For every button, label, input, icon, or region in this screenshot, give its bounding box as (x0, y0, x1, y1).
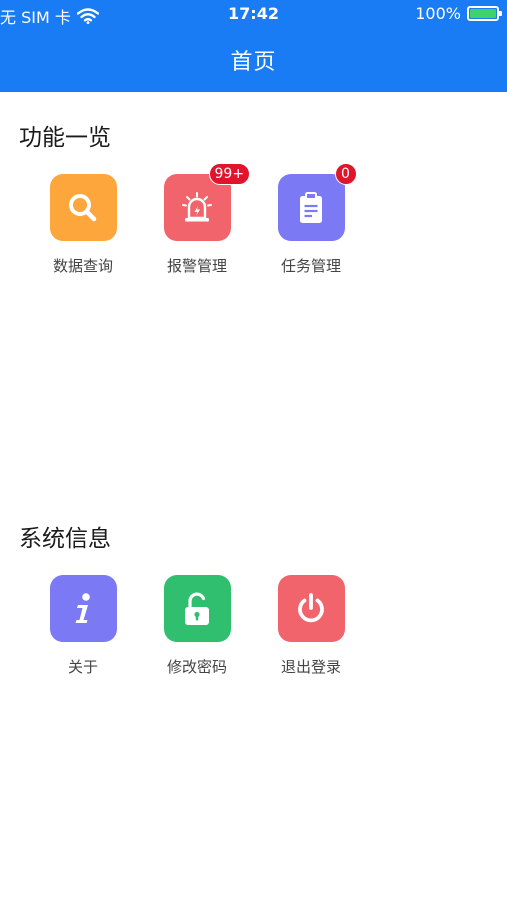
section-title-features: 功能一览 (19, 125, 111, 151)
feature-alarm-management[interactable]: 99+ 报警管理 (142, 163, 252, 276)
unlock-icon (185, 592, 209, 625)
page-title: 首页 (230, 50, 277, 75)
system-label: 关于 (67, 658, 98, 676)
system-grid: 关于 修改密码 退出登录 (0, 575, 507, 685)
feature-icon-box: 99+ (163, 163, 251, 241)
search-icon (69, 193, 97, 221)
alarm-count-badge: 99+ (208, 163, 251, 185)
feature-data-query[interactable]: 数据查询 (28, 174, 138, 276)
feature-label: 任务管理 (280, 257, 341, 275)
battery-nub (499, 11, 502, 16)
battery-status: 100% (415, 4, 502, 23)
system-icon-box (277, 575, 345, 642)
section-title-system: 系统信息 (19, 526, 111, 552)
system-label: 修改密码 (166, 658, 227, 676)
system-icon-box (49, 575, 117, 642)
features-grid: 数据查询 99+ 报警管理 0 任务管理 (0, 163, 507, 284)
system-change-password[interactable]: 修改密码 (142, 575, 252, 677)
system-about[interactable]: 关于 (28, 575, 138, 677)
feature-label: 数据查询 (52, 257, 113, 275)
status-bar: 无 SIM 卡 17:42 100% (0, 0, 507, 28)
alarm-light-icon (182, 191, 212, 221)
header: 无 SIM 卡 17:42 100% 首页 (0, 0, 507, 92)
feature-label: 报警管理 (166, 257, 227, 275)
info-icon (75, 592, 90, 623)
battery-icon (467, 6, 502, 21)
battery-percent: 100% (415, 4, 461, 23)
feature-icon-box (49, 174, 117, 241)
nav-bar: 首页 (0, 28, 507, 92)
feature-icon-box: 0 (277, 163, 357, 241)
feature-task-management[interactable]: 0 任务管理 (256, 163, 366, 276)
power-icon (298, 592, 324, 622)
system-icon-box (163, 575, 231, 642)
system-logout[interactable]: 退出登录 (256, 575, 366, 677)
battery-level (470, 9, 496, 18)
task-count-badge: 0 (334, 163, 357, 185)
clipboard-icon (300, 191, 322, 223)
system-label: 退出登录 (280, 658, 341, 676)
